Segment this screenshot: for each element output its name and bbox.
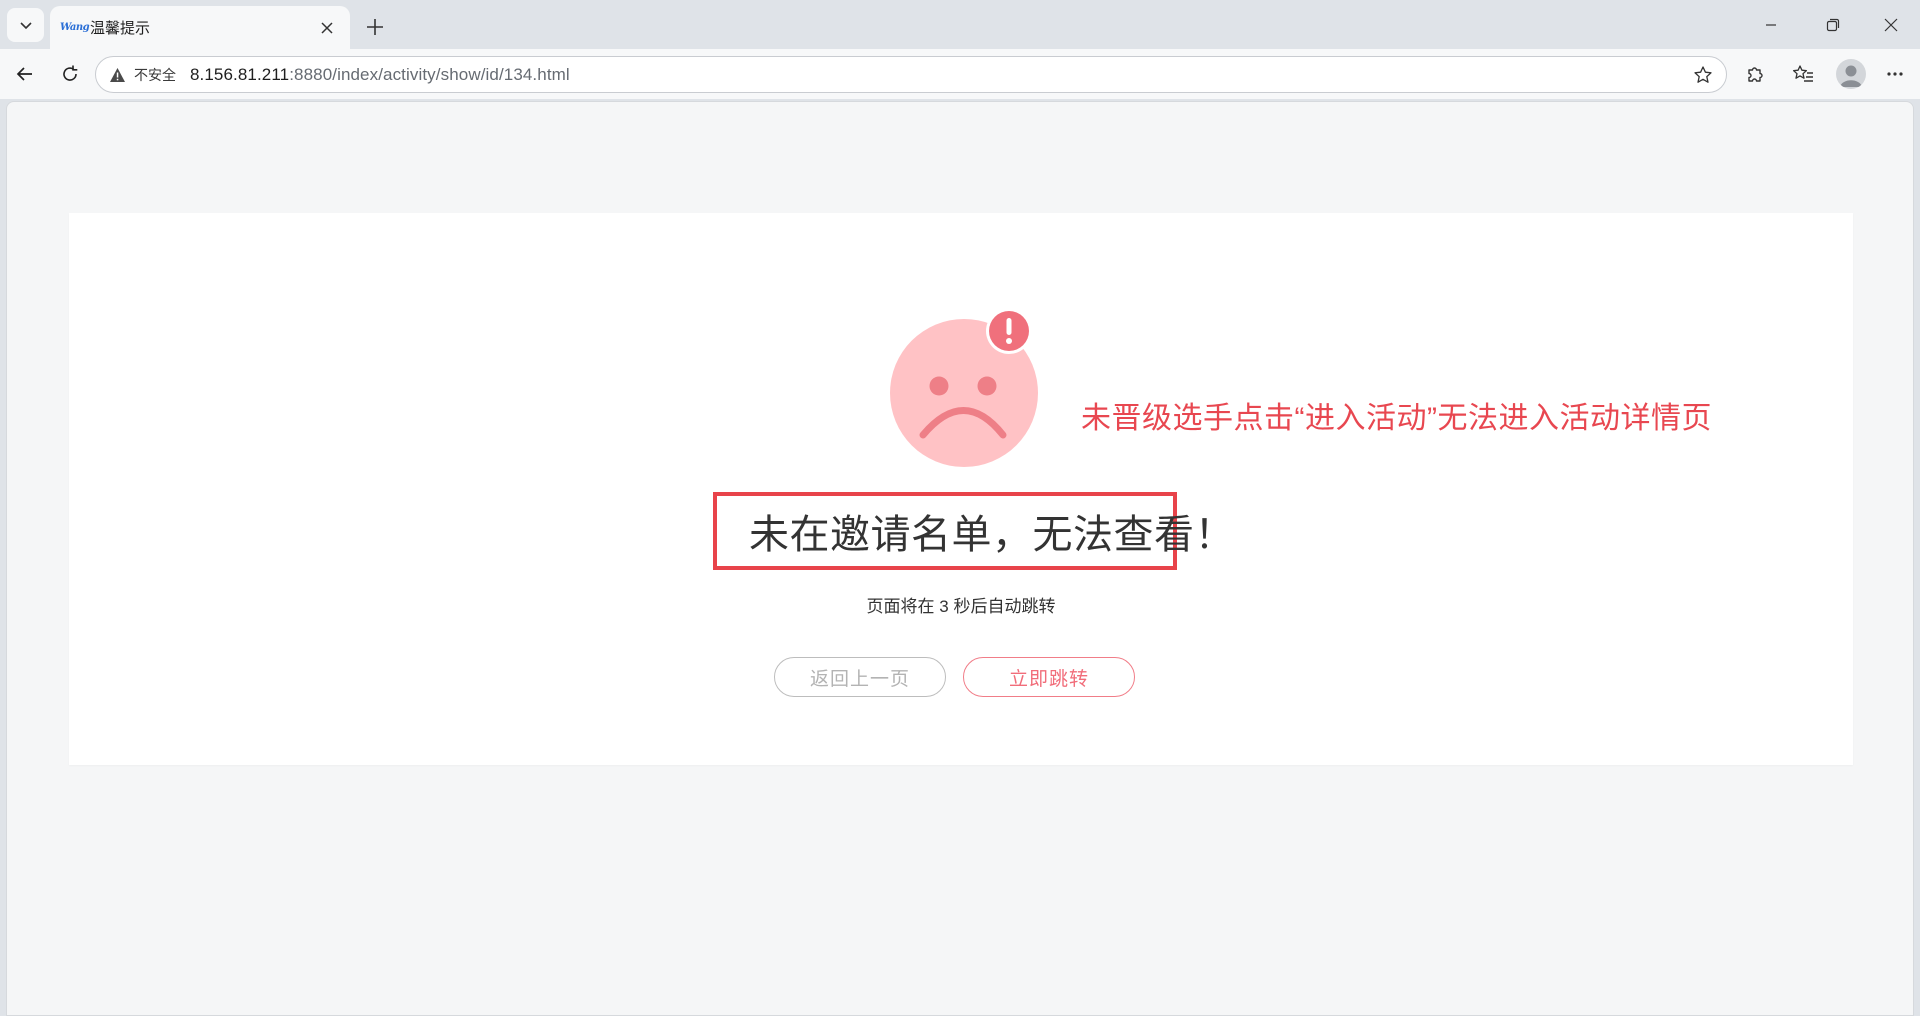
tab-title: 温馨提示 xyxy=(90,20,151,37)
favorites-button[interactable] xyxy=(1786,57,1820,91)
favorite-button[interactable] xyxy=(1690,62,1716,88)
restore-icon xyxy=(1826,18,1840,32)
minimize-button[interactable] xyxy=(1748,10,1794,40)
new-tab-button[interactable] xyxy=(360,12,390,42)
minimize-icon xyxy=(1766,24,1776,26)
browser-toolbar: 不安全 8.156.81.211:8880/index/activity/sho… xyxy=(0,49,1920,99)
window-close-button[interactable] xyxy=(1868,10,1914,40)
avatar[interactable] xyxy=(1836,59,1866,89)
page-viewport: 未晋级选手点击“进入活动”无法进入活动详情页 未在邀请名单，无法查看！ 页面将在… xyxy=(6,101,1914,1016)
redirect-countdown: 页面将在 3 秒后自动跳转 xyxy=(866,597,1056,616)
sad-face-icon xyxy=(890,308,1038,467)
address-bar[interactable]: 不安全 8.156.81.211:8880/index/activity/sho… xyxy=(95,56,1727,93)
warning-triangle-icon[interactable] xyxy=(108,66,126,84)
alert-badge-icon xyxy=(986,308,1032,354)
more-button[interactable] xyxy=(1878,57,1912,91)
url-text[interactable]: 8.156.81.211:8880/index/activity/show/id… xyxy=(190,65,570,85)
red-annotation: 未晋级选手点击“进入活动”无法进入活动详情页 xyxy=(1081,402,1712,435)
tab-strip: Wang 温馨提示 xyxy=(0,0,1920,49)
close-icon xyxy=(1884,18,1898,32)
highlight-box: 未在邀请名单，无法查看！ xyxy=(713,492,1235,570)
profile-icon xyxy=(1840,65,1862,87)
tab-close-button[interactable] xyxy=(316,17,338,39)
notice-card: 未晋级选手点击“进入活动”无法进入活动详情页 未在邀请名单，无法查看！ 页面将在… xyxy=(69,213,1853,765)
active-tab[interactable]: Wang 温馨提示 xyxy=(50,6,350,49)
tab-actions-button[interactable] xyxy=(7,8,44,42)
refresh-button[interactable] xyxy=(53,57,87,91)
plus-icon xyxy=(367,19,383,35)
url-path: :8880/index/activity/show/id/134.html xyxy=(289,64,570,84)
url-host: 8.156.81.211 xyxy=(190,64,290,84)
extensions-button[interactable] xyxy=(1738,57,1772,91)
refresh-icon xyxy=(63,65,78,81)
back-page-button[interactable]: 返回上一页 xyxy=(774,657,946,697)
favorites-list-icon xyxy=(1792,65,1813,82)
star-icon xyxy=(1694,66,1712,83)
arrow-left-icon xyxy=(16,67,32,81)
chevron-down-icon xyxy=(19,22,32,30)
favicon: Wang xyxy=(60,21,90,33)
more-dots-icon xyxy=(1887,72,1903,76)
puzzle-icon xyxy=(1748,67,1763,82)
error-message: 未在邀请名单，无法查看！ xyxy=(749,513,1235,557)
jump-now-button[interactable]: 立即跳转 xyxy=(963,657,1135,697)
security-label[interactable]: 不安全 xyxy=(134,65,176,85)
back-button[interactable] xyxy=(8,57,42,91)
close-icon xyxy=(321,21,333,34)
restore-button[interactable] xyxy=(1810,10,1856,40)
